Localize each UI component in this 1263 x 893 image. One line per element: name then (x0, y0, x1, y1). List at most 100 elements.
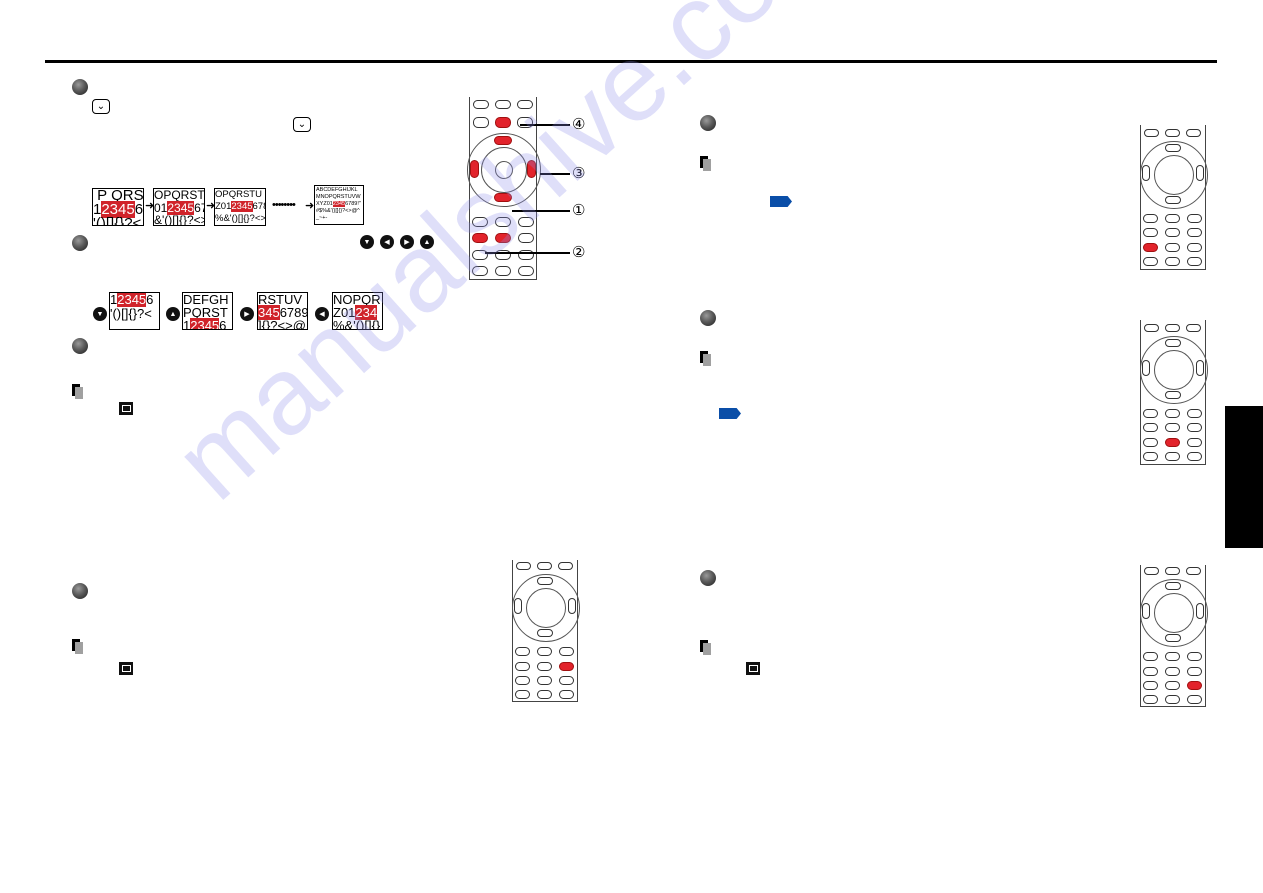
pan-highlight: 2345 (117, 292, 147, 307)
remote-button (515, 676, 530, 685)
remote-button (1165, 129, 1180, 137)
key-glyph: ▶ (244, 310, 250, 318)
remote-button (1187, 652, 1202, 661)
remote-button (1165, 228, 1180, 237)
remote-up-button (537, 577, 553, 585)
note-icon (700, 156, 712, 172)
freeze-osd-icon (746, 662, 760, 675)
remote-button (537, 647, 552, 656)
pan-preview-left: NOPQR Z01234 %&'()[]{} (332, 292, 383, 330)
remote-button (1143, 228, 1158, 237)
remote-dpad-inner (1154, 350, 1194, 390)
remote-right-button (1196, 360, 1204, 376)
left-arrow-key-icon: ◀ (380, 235, 394, 249)
callout-line (540, 173, 570, 175)
remote-button (473, 100, 489, 109)
note-icon (700, 640, 712, 656)
note-icon-front (75, 642, 83, 654)
remote-button (1187, 228, 1202, 237)
remote-laser-button (517, 117, 533, 128)
callout-line (485, 252, 570, 254)
remote-button (559, 676, 574, 685)
remote-menu-button (473, 117, 489, 128)
zoom-line: Z012345678 (215, 201, 265, 212)
remote-control-diagram-freeze (1134, 565, 1212, 707)
remote-button (472, 266, 488, 276)
down-key-glyph: ⌄ (96, 100, 106, 112)
remote-button (537, 562, 552, 570)
section-index-tab[interactable] (1225, 406, 1263, 548)
zoom-line: &'()[]{}?<> (154, 213, 205, 226)
note-icon-front (703, 354, 711, 366)
remote-dpad-inner (1154, 155, 1194, 195)
remote-left-button (1142, 603, 1150, 619)
remote-button (518, 217, 534, 227)
remote-button (495, 100, 511, 109)
remote-button (1143, 695, 1158, 704)
remote-picture-button (1143, 438, 1158, 447)
key-glyph: ▼ (363, 238, 371, 246)
remote-left-button (1142, 165, 1150, 181)
callout-4: ④ (572, 116, 586, 133)
remote-button (1186, 567, 1201, 575)
remote-down-button (1165, 634, 1181, 642)
remote-control-diagram-mute (506, 560, 584, 702)
step-bullet-icon (700, 570, 716, 586)
down-key-icon: ⌄ (293, 117, 311, 132)
remote-button (1165, 324, 1180, 332)
remote-mute-button-highlighted (559, 662, 574, 671)
remote-button (537, 690, 552, 699)
pan-preview-right: RSTUV 3456789 ]{}?<>@ (257, 292, 308, 330)
remote-left-button (514, 598, 522, 614)
remote-up-button (1165, 582, 1181, 590)
zoom-line: _~+- (316, 215, 328, 221)
callout-2: ② (572, 244, 586, 261)
step-bullet-icon (700, 310, 716, 326)
zoom-line: XYZ0123456789!" (316, 201, 361, 207)
remote-button (1187, 257, 1202, 266)
remote-button (1143, 409, 1158, 418)
pan-highlight: 2345 (190, 318, 220, 329)
pan-line: %&'()[]{} (333, 318, 381, 330)
remote-screen-size-button (1165, 243, 1180, 252)
freeze-osd-icon-frame (748, 665, 758, 672)
down-key-icon: ⌄ (92, 99, 110, 114)
zoom-preview-1: P QRST 123456 '()[]{}?< (92, 188, 144, 226)
step-bullet-icon (700, 115, 716, 131)
down-arrow-key-icon: ▼ (360, 235, 374, 249)
remote-button (1144, 129, 1159, 137)
page-reference-tag[interactable] (770, 196, 792, 207)
key-glyph: ▲ (169, 310, 177, 318)
remote-button (1143, 452, 1158, 461)
remote-button (495, 217, 511, 227)
remote-down-button-highlighted (494, 193, 512, 202)
remote-dpad-inner (526, 588, 566, 628)
note-icon-front (75, 387, 83, 399)
zoom-highlight: 2345 (231, 201, 253, 212)
note-icon-front (703, 159, 711, 171)
remote-up-button-highlighted (494, 136, 512, 145)
remote-digital-zoom-plus-highlighted (495, 233, 511, 243)
remote-button (516, 562, 531, 570)
step-1-bullet-icon (72, 79, 88, 95)
pan-line: 123456 (110, 292, 154, 307)
remote-button (1143, 667, 1158, 676)
page-reference-tag[interactable] (719, 408, 741, 419)
remote-up-button (1165, 339, 1181, 347)
remote-button (1187, 667, 1202, 676)
remote-down-button (1165, 196, 1181, 204)
remote-button (1186, 129, 1201, 137)
zoom-line: '()[]{}?< (93, 215, 142, 226)
remote-right-button-highlighted (527, 160, 536, 178)
remote-down-button (1165, 391, 1181, 399)
zoom-preview-3: OPQRSTU Z012345678 %&'()[]{}?<> (214, 188, 266, 226)
remote-button (1165, 409, 1180, 418)
remote-button (1187, 423, 1202, 432)
zoom-osd-icon (119, 402, 133, 415)
remote-button (1165, 567, 1180, 575)
zoom-preview-2: OPQRSTU 01234567 &'()[]{}?<> (153, 188, 205, 226)
step-bullet-icon (72, 583, 88, 599)
remote-control-diagram-screen-size (1134, 320, 1212, 465)
remote-button (537, 676, 552, 685)
remote-button (537, 662, 552, 671)
